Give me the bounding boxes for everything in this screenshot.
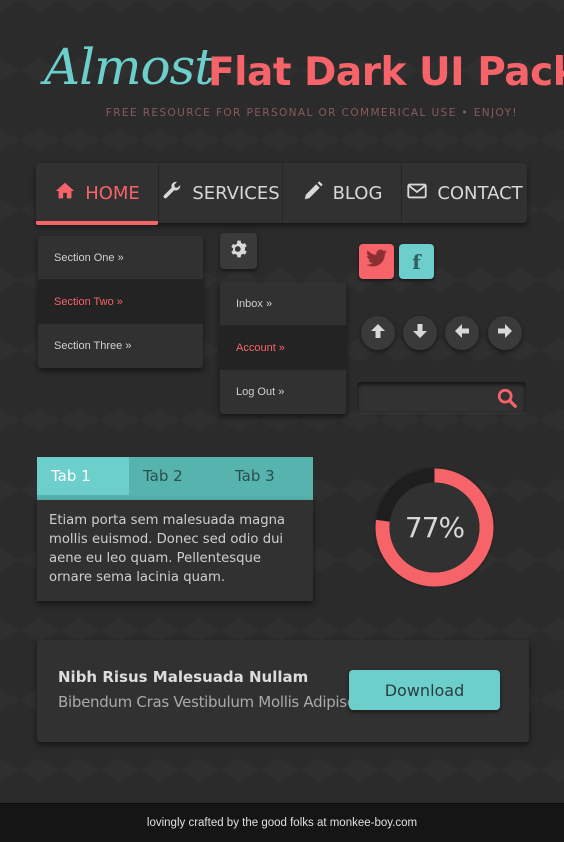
arrow-right-icon (495, 321, 515, 346)
nav-item-blog[interactable]: BLOG (283, 163, 402, 223)
facebook-button[interactable]: f (399, 244, 434, 279)
settings-button[interactable] (220, 233, 257, 269)
cta-title: Nibh Risus Malesuada Nullam (58, 668, 309, 686)
arrow-left-icon (452, 321, 472, 346)
footer: lovingly crafted by the good folks at mo… (0, 803, 564, 842)
section-menu: Section One » Section Two » Section Thre… (38, 236, 203, 368)
menu-item-section-one[interactable]: Section One » (38, 236, 203, 280)
main-nav: HOME SERVICES BLOG CONTACT (36, 163, 527, 225)
cta-subtitle: Bibendum Cras Vestibulum Mollis Adipisci… (58, 693, 383, 711)
arrow-left-button[interactable] (445, 316, 479, 350)
twitter-icon (365, 249, 388, 274)
settings-menu: Inbox » Account » Log Out » (220, 282, 346, 414)
wrench-icon (161, 180, 183, 207)
menu-item-logout[interactable]: Log Out » (220, 370, 346, 414)
arrow-up-button[interactable] (361, 316, 395, 350)
menu-item-inbox[interactable]: Inbox » (220, 282, 346, 326)
arrow-down-icon (410, 321, 430, 346)
twitter-button[interactable] (359, 244, 394, 279)
nav-item-home[interactable]: HOME (36, 163, 159, 225)
tab-content: Etiam porta sem malesuada magna mollis e… (37, 500, 313, 601)
nav-item-label: SERVICES (192, 182, 280, 204)
tab-3[interactable]: Tab 3 (221, 457, 313, 495)
progress-label: 77% (404, 511, 465, 544)
arrow-right-button[interactable] (488, 316, 522, 350)
menu-item-account[interactable]: Account » (220, 326, 346, 370)
search-box (357, 382, 526, 413)
envelope-icon (406, 180, 428, 207)
nav-item-label: CONTACT (437, 182, 523, 204)
tab-1[interactable]: Tab 1 (37, 457, 129, 495)
arrow-down-button[interactable] (403, 316, 437, 350)
nav-item-services[interactable]: SERVICES (159, 163, 283, 223)
nav-item-label: HOME (85, 182, 140, 204)
page-title: Flat Dark UI Pack (208, 50, 564, 95)
nav-item-label: BLOG (332, 182, 383, 204)
home-icon (54, 180, 76, 207)
tab-2[interactable]: Tab 2 (129, 457, 221, 495)
tab-bar: Tab 1 Tab 2 Tab 3 (37, 457, 313, 499)
search-icon[interactable] (496, 387, 518, 414)
search-input[interactable] (363, 386, 491, 410)
nav-item-contact[interactable]: CONTACT (402, 163, 527, 223)
page-subtitle: FREE RESOURCE FOR PERSONAL OR COMMERICAL… (105, 107, 518, 119)
menu-item-section-three[interactable]: Section Three » (38, 324, 203, 368)
pencil-icon (302, 180, 324, 207)
menu-item-section-two[interactable]: Section Two » (38, 280, 203, 324)
download-button[interactable]: Download (349, 670, 500, 710)
title-script: Almost (44, 38, 214, 96)
arrow-up-icon (368, 321, 388, 346)
gear-icon (229, 239, 249, 264)
